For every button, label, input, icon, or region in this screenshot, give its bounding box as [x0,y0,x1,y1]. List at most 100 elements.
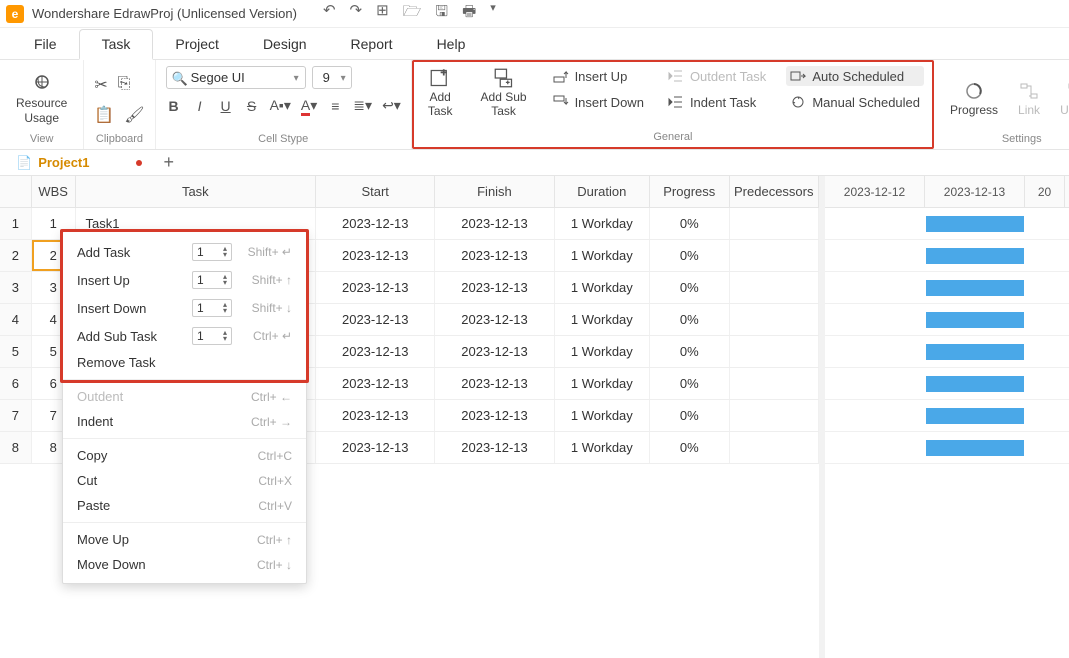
ctx-insert-down-spin[interactable]: 1▴▾ [192,299,232,317]
start-cell[interactable]: 2023-12-13 [316,400,435,431]
start-header[interactable]: Start [316,176,435,207]
predecessor-cell[interactable] [730,336,819,367]
insert-down-button[interactable]: Insert Down [549,92,648,112]
menu-help[interactable]: Help [415,30,488,58]
gantt-bar[interactable] [926,248,1024,264]
ctx-insert-down[interactable]: Insert Down 1▴▾ Shift+ ↓ [63,294,306,322]
ctx-move-down[interactable]: Move Down Ctrl+ ↓ [63,552,306,577]
gantt-bar[interactable] [926,216,1024,232]
auto-scheduled-button[interactable]: Auto Scheduled [786,66,924,86]
predecessors-header[interactable]: Predecessors [730,176,819,207]
gantt-bar[interactable] [926,344,1024,360]
gantt-date-col[interactable]: 2023-12-13 [925,176,1025,207]
progress-cell[interactable]: 0% [650,432,730,463]
more-icon[interactable]: ▾ [490,1,496,26]
menu-design[interactable]: Design [241,30,329,58]
predecessor-cell[interactable] [730,272,819,303]
add-sub-task-button[interactable]: Add Sub Task [475,66,533,121]
progress-cell[interactable]: 0% [650,304,730,335]
progress-cell[interactable]: 0% [650,272,730,303]
rownum-cell[interactable]: 7 [0,400,32,431]
start-cell[interactable]: 2023-12-13 [316,208,435,239]
duration-cell[interactable]: 1 Workday [555,272,650,303]
duration-header[interactable]: Duration [555,176,650,207]
outdent-task-button[interactable]: Outdent Task [664,66,770,86]
predecessor-cell[interactable] [730,368,819,399]
format-painter-icon[interactable]: 🖌 [124,105,144,125]
ctx-add-task-spin[interactable]: 1▴▾ [192,243,232,261]
progress-cell[interactable]: 0% [650,208,730,239]
finish-cell[interactable]: 2023-12-13 [435,432,554,463]
open-icon[interactable]: 🗁 [403,1,422,26]
gantt-row[interactable] [825,240,1069,272]
underline-button[interactable]: U [218,98,234,114]
ctx-move-up[interactable]: Move Up Ctrl+ ↑ [63,527,306,552]
duration-cell[interactable]: 1 Workday [555,400,650,431]
progress-cell[interactable]: 0% [650,368,730,399]
wbs-header[interactable]: WBS [32,176,76,207]
project-tab[interactable]: 📄 Project1 [6,152,152,174]
duration-cell[interactable]: 1 Workday [555,304,650,335]
finish-cell[interactable]: 2023-12-13 [435,240,554,271]
rownum-cell[interactable]: 5 [0,336,32,367]
rownum-cell[interactable]: 1 [0,208,32,239]
task-header[interactable]: Task [76,176,317,207]
ctx-cut[interactable]: Cut Ctrl+X [63,468,306,493]
highlight-button[interactable]: A▪▾ [270,97,291,114]
gantt-row[interactable] [825,304,1069,336]
wrap-button[interactable]: ↩▾ [382,97,401,114]
start-cell[interactable]: 2023-12-13 [316,304,435,335]
ctx-add-task[interactable]: Add Task 1▴▾ Shift+ ↵ [63,238,306,266]
print-icon[interactable]: 🖶 [462,1,476,26]
font-size-select[interactable]: 9 ▾ [312,66,352,89]
finish-cell[interactable]: 2023-12-13 [435,304,554,335]
menu-file[interactable]: File [12,30,79,58]
ctx-insert-up[interactable]: Insert Up 1▴▾ Shift+ ↑ [63,266,306,294]
ctx-copy[interactable]: Copy Ctrl+C [63,443,306,468]
ctx-paste[interactable]: Paste Ctrl+V [63,493,306,518]
menu-task[interactable]: Task [79,29,154,60]
gantt-row[interactable] [825,208,1069,240]
start-cell[interactable]: 2023-12-13 [316,240,435,271]
menu-report[interactable]: Report [329,30,415,58]
duration-cell[interactable]: 1 Workday [555,240,650,271]
redo-icon[interactable]: ↷ [350,1,363,26]
duration-cell[interactable]: 1 Workday [555,368,650,399]
add-project-tab-button[interactable]: + [164,152,175,173]
ctx-outdent[interactable]: Outdent Ctrl+ ← [63,384,306,409]
progress-header[interactable]: Progress [650,176,730,207]
gantt-bar[interactable] [926,312,1024,328]
start-cell[interactable]: 2023-12-13 [316,272,435,303]
paste-icon[interactable]: 📋 [94,105,114,125]
link-button[interactable]: Link [1012,79,1046,119]
indent-task-button[interactable]: Indent Task [664,92,770,112]
gantt-bar[interactable] [926,280,1024,296]
finish-cell[interactable]: 2023-12-13 [435,272,554,303]
add-task-button[interactable]: Add Task [422,66,459,121]
undo-icon[interactable]: ↶ [323,1,336,26]
finish-cell[interactable]: 2023-12-13 [435,368,554,399]
predecessor-cell[interactable] [730,240,819,271]
rownum-cell[interactable]: 3 [0,272,32,303]
gantt-row[interactable] [825,400,1069,432]
progress-cell[interactable]: 0% [650,240,730,271]
progress-cell[interactable]: 0% [650,400,730,431]
unlink-button[interactable]: Unlink [1054,79,1069,119]
manual-scheduled-button[interactable]: Manual Scheduled [786,92,924,112]
gantt-row[interactable] [825,432,1069,464]
finish-header[interactable]: Finish [435,176,554,207]
align-mid-button[interactable]: ≣▾ [353,97,372,114]
copy-icon[interactable]: ⎘ [118,75,131,95]
start-cell[interactable]: 2023-12-13 [316,336,435,367]
start-cell[interactable]: 2023-12-13 [316,368,435,399]
finish-cell[interactable]: 2023-12-13 [435,208,554,239]
gantt-row[interactable] [825,336,1069,368]
finish-cell[interactable]: 2023-12-13 [435,400,554,431]
start-cell[interactable]: 2023-12-13 [316,432,435,463]
save-icon[interactable]: 🖫 [435,1,448,26]
predecessor-cell[interactable] [730,400,819,431]
ctx-remove-task[interactable]: Remove Task [63,350,306,375]
rownum-cell[interactable]: 4 [0,304,32,335]
gantt-bar[interactable] [926,376,1024,392]
rownum-cell[interactable]: 2 [0,240,32,271]
